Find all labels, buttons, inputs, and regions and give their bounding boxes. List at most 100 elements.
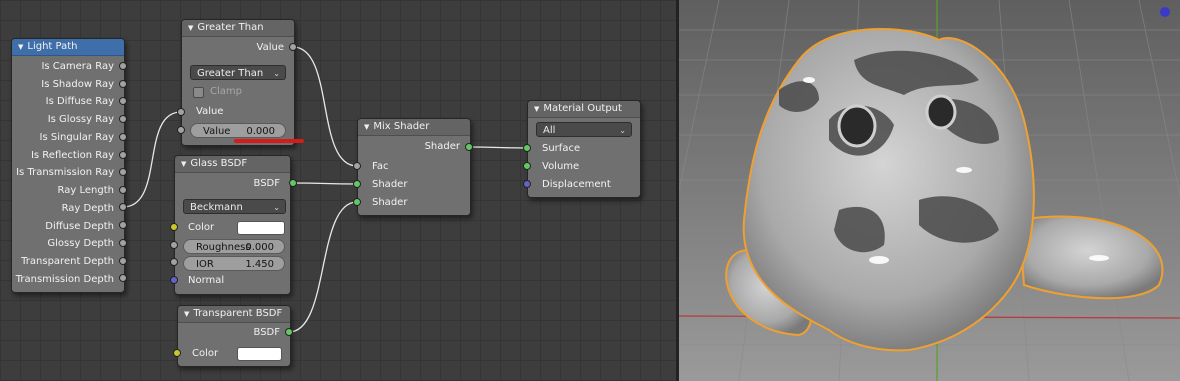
- viewport-render: [679, 0, 1180, 381]
- socket-out-transmission-depth[interactable]: [119, 274, 127, 282]
- socket-in-displacement[interactable]: [523, 180, 531, 188]
- socket-out-glossy-depth[interactable]: [119, 239, 127, 247]
- node-editor[interactable]: ▼ Light Path Is Camera Ray Is Shadow Ray …: [0, 0, 676, 381]
- value-field-value: 0.000: [246, 126, 275, 137]
- collapse-triangle-icon[interactable]: ▼: [18, 43, 23, 51]
- socket-in-shader-1[interactable]: [353, 180, 361, 188]
- socket-in-color[interactable]: [170, 223, 178, 231]
- greater-than-node[interactable]: ▼ Greater Than Value Greater Than ⌄ Clamp…: [181, 19, 295, 146]
- ior-field[interactable]: IOR 1.450: [183, 256, 285, 271]
- operation-dropdown[interactable]: Greater Than ⌄: [190, 65, 286, 80]
- roughness-field[interactable]: Roughness 0.000: [183, 239, 285, 254]
- output-is-transmission-ray: Is Transmission Ray: [16, 167, 114, 178]
- input-displacement-label: Displacement: [542, 179, 611, 190]
- material-output-header[interactable]: ▼ Material Output: [528, 101, 640, 118]
- socket-in-value-2[interactable]: [177, 126, 185, 134]
- collapse-triangle-icon[interactable]: ▼: [364, 123, 369, 131]
- input-surface-label: Surface: [542, 143, 581, 154]
- socket-in-ior[interactable]: [170, 258, 178, 266]
- socket-out-ray-depth[interactable]: [119, 203, 127, 211]
- value-field[interactable]: Value 0.000: [190, 123, 286, 138]
- material-output-node[interactable]: ▼ Material Output All ⌄ Surface Volume Di…: [527, 100, 641, 198]
- roughness-value: 0.000: [245, 242, 274, 253]
- color-swatch[interactable]: [237, 347, 282, 361]
- collapse-triangle-icon[interactable]: ▼: [188, 24, 193, 32]
- chevron-down-icon: ⌄: [273, 69, 280, 78]
- socket-out-is-diffuse-ray[interactable]: [119, 97, 127, 105]
- clamp-checkbox[interactable]: [193, 87, 204, 98]
- light-path-node[interactable]: ▼ Light Path Is Camera Ray Is Shadow Ray …: [11, 38, 125, 293]
- transparent-bsdf-node[interactable]: ▼ Transparent BSDF BSDF Color: [177, 305, 291, 367]
- socket-out-bsdf[interactable]: [285, 328, 293, 336]
- link-transparent-to-shader2: [288, 201, 358, 333]
- socket-out-value[interactable]: [289, 43, 297, 51]
- color-label: Color: [192, 348, 219, 359]
- chevron-down-icon: ⌄: [619, 126, 626, 135]
- socket-out-transparent-depth[interactable]: [119, 257, 127, 265]
- socket-out-is-reflection-ray[interactable]: [119, 151, 127, 159]
- value-field-label: Value: [203, 126, 231, 137]
- light-path-header[interactable]: ▼ Light Path: [12, 39, 124, 56]
- red-annotation-underline: [234, 139, 304, 143]
- target-dropdown[interactable]: All ⌄: [536, 122, 632, 137]
- operation-value: Greater Than: [197, 68, 264, 79]
- output-is-glossy-ray: Is Glossy Ray: [47, 114, 114, 125]
- glass-bsdf-node[interactable]: ▼ Glass BSDF BSDF Beckmann ⌄ Color Roughn…: [174, 155, 291, 295]
- target-value: All: [543, 125, 556, 136]
- material-output-title: Material Output: [543, 103, 622, 114]
- output-transparent-depth: Transparent Depth: [21, 256, 114, 267]
- socket-in-color[interactable]: [173, 349, 181, 357]
- transparent-bsdf-title: Transparent BSDF: [193, 308, 283, 319]
- socket-in-fac[interactable]: [353, 162, 361, 170]
- collapse-triangle-icon[interactable]: ▼: [181, 160, 186, 168]
- socket-out-is-singular-ray[interactable]: [119, 133, 127, 141]
- collapse-triangle-icon[interactable]: ▼: [534, 105, 539, 113]
- ior-value: 1.450: [245, 259, 274, 270]
- distribution-dropdown[interactable]: Beckmann ⌄: [183, 199, 286, 214]
- socket-in-shader-2[interactable]: [353, 198, 361, 206]
- output-is-singular-ray: Is Singular Ray: [39, 132, 114, 143]
- transparent-bsdf-header[interactable]: ▼ Transparent BSDF: [178, 306, 290, 323]
- socket-out-ray-length[interactable]: [119, 186, 127, 194]
- socket-out-is-shadow-ray[interactable]: [119, 80, 127, 88]
- mix-shader-header[interactable]: ▼ Mix Shader: [358, 119, 470, 136]
- output-ray-depth: Ray Depth: [61, 203, 114, 214]
- output-is-diffuse-ray: Is Diffuse Ray: [45, 96, 114, 107]
- socket-in-volume[interactable]: [523, 162, 531, 170]
- output-value-label: Value: [256, 42, 284, 53]
- left-eye: [837, 104, 877, 148]
- output-transmission-depth: Transmission Depth: [15, 274, 114, 285]
- light-path-title: Light Path: [27, 41, 78, 52]
- link-glass-to-shader1: [292, 182, 358, 185]
- socket-out-is-transmission-ray[interactable]: [119, 168, 127, 176]
- greater-than-header[interactable]: ▼ Greater Than: [182, 20, 294, 37]
- socket-in-value-1[interactable]: [177, 108, 185, 116]
- glass-bsdf-header[interactable]: ▼ Glass BSDF: [175, 156, 290, 173]
- output-diffuse-depth: Diffuse Depth: [45, 221, 114, 232]
- normal-label: Normal: [188, 275, 225, 286]
- 3d-viewport[interactable]: [679, 0, 1180, 381]
- ior-label: IOR: [196, 259, 214, 270]
- link-mix-to-surface: [468, 146, 528, 149]
- socket-in-surface[interactable]: [523, 144, 531, 152]
- socket-out-bsdf[interactable]: [289, 179, 297, 187]
- socket-out-is-camera-ray[interactable]: [119, 62, 127, 70]
- greater-than-title: Greater Than: [197, 22, 264, 33]
- input-shader-1-label: Shader: [372, 179, 408, 190]
- clamp-label: Clamp: [210, 86, 242, 97]
- mix-shader-title: Mix Shader: [373, 121, 430, 132]
- chevron-down-icon: ⌄: [273, 203, 280, 212]
- socket-out-shader[interactable]: [465, 143, 473, 151]
- socket-in-normal[interactable]: [170, 276, 178, 284]
- socket-out-diffuse-depth[interactable]: [119, 221, 127, 229]
- mix-shader-node[interactable]: ▼ Mix Shader Shader Fac Shader Shader: [357, 118, 471, 216]
- collapse-triangle-icon[interactable]: ▼: [184, 310, 189, 318]
- color-swatch[interactable]: [237, 221, 285, 235]
- input-shader-2-label: Shader: [372, 197, 408, 208]
- right-eye: [925, 94, 957, 130]
- link-raydepth-to-value: [122, 111, 182, 208]
- socket-out-is-glossy-ray[interactable]: [119, 115, 127, 123]
- glass-bsdf-title: Glass BSDF: [190, 158, 248, 169]
- output-glossy-depth: Glossy Depth: [47, 238, 114, 249]
- socket-in-roughness[interactable]: [170, 241, 178, 249]
